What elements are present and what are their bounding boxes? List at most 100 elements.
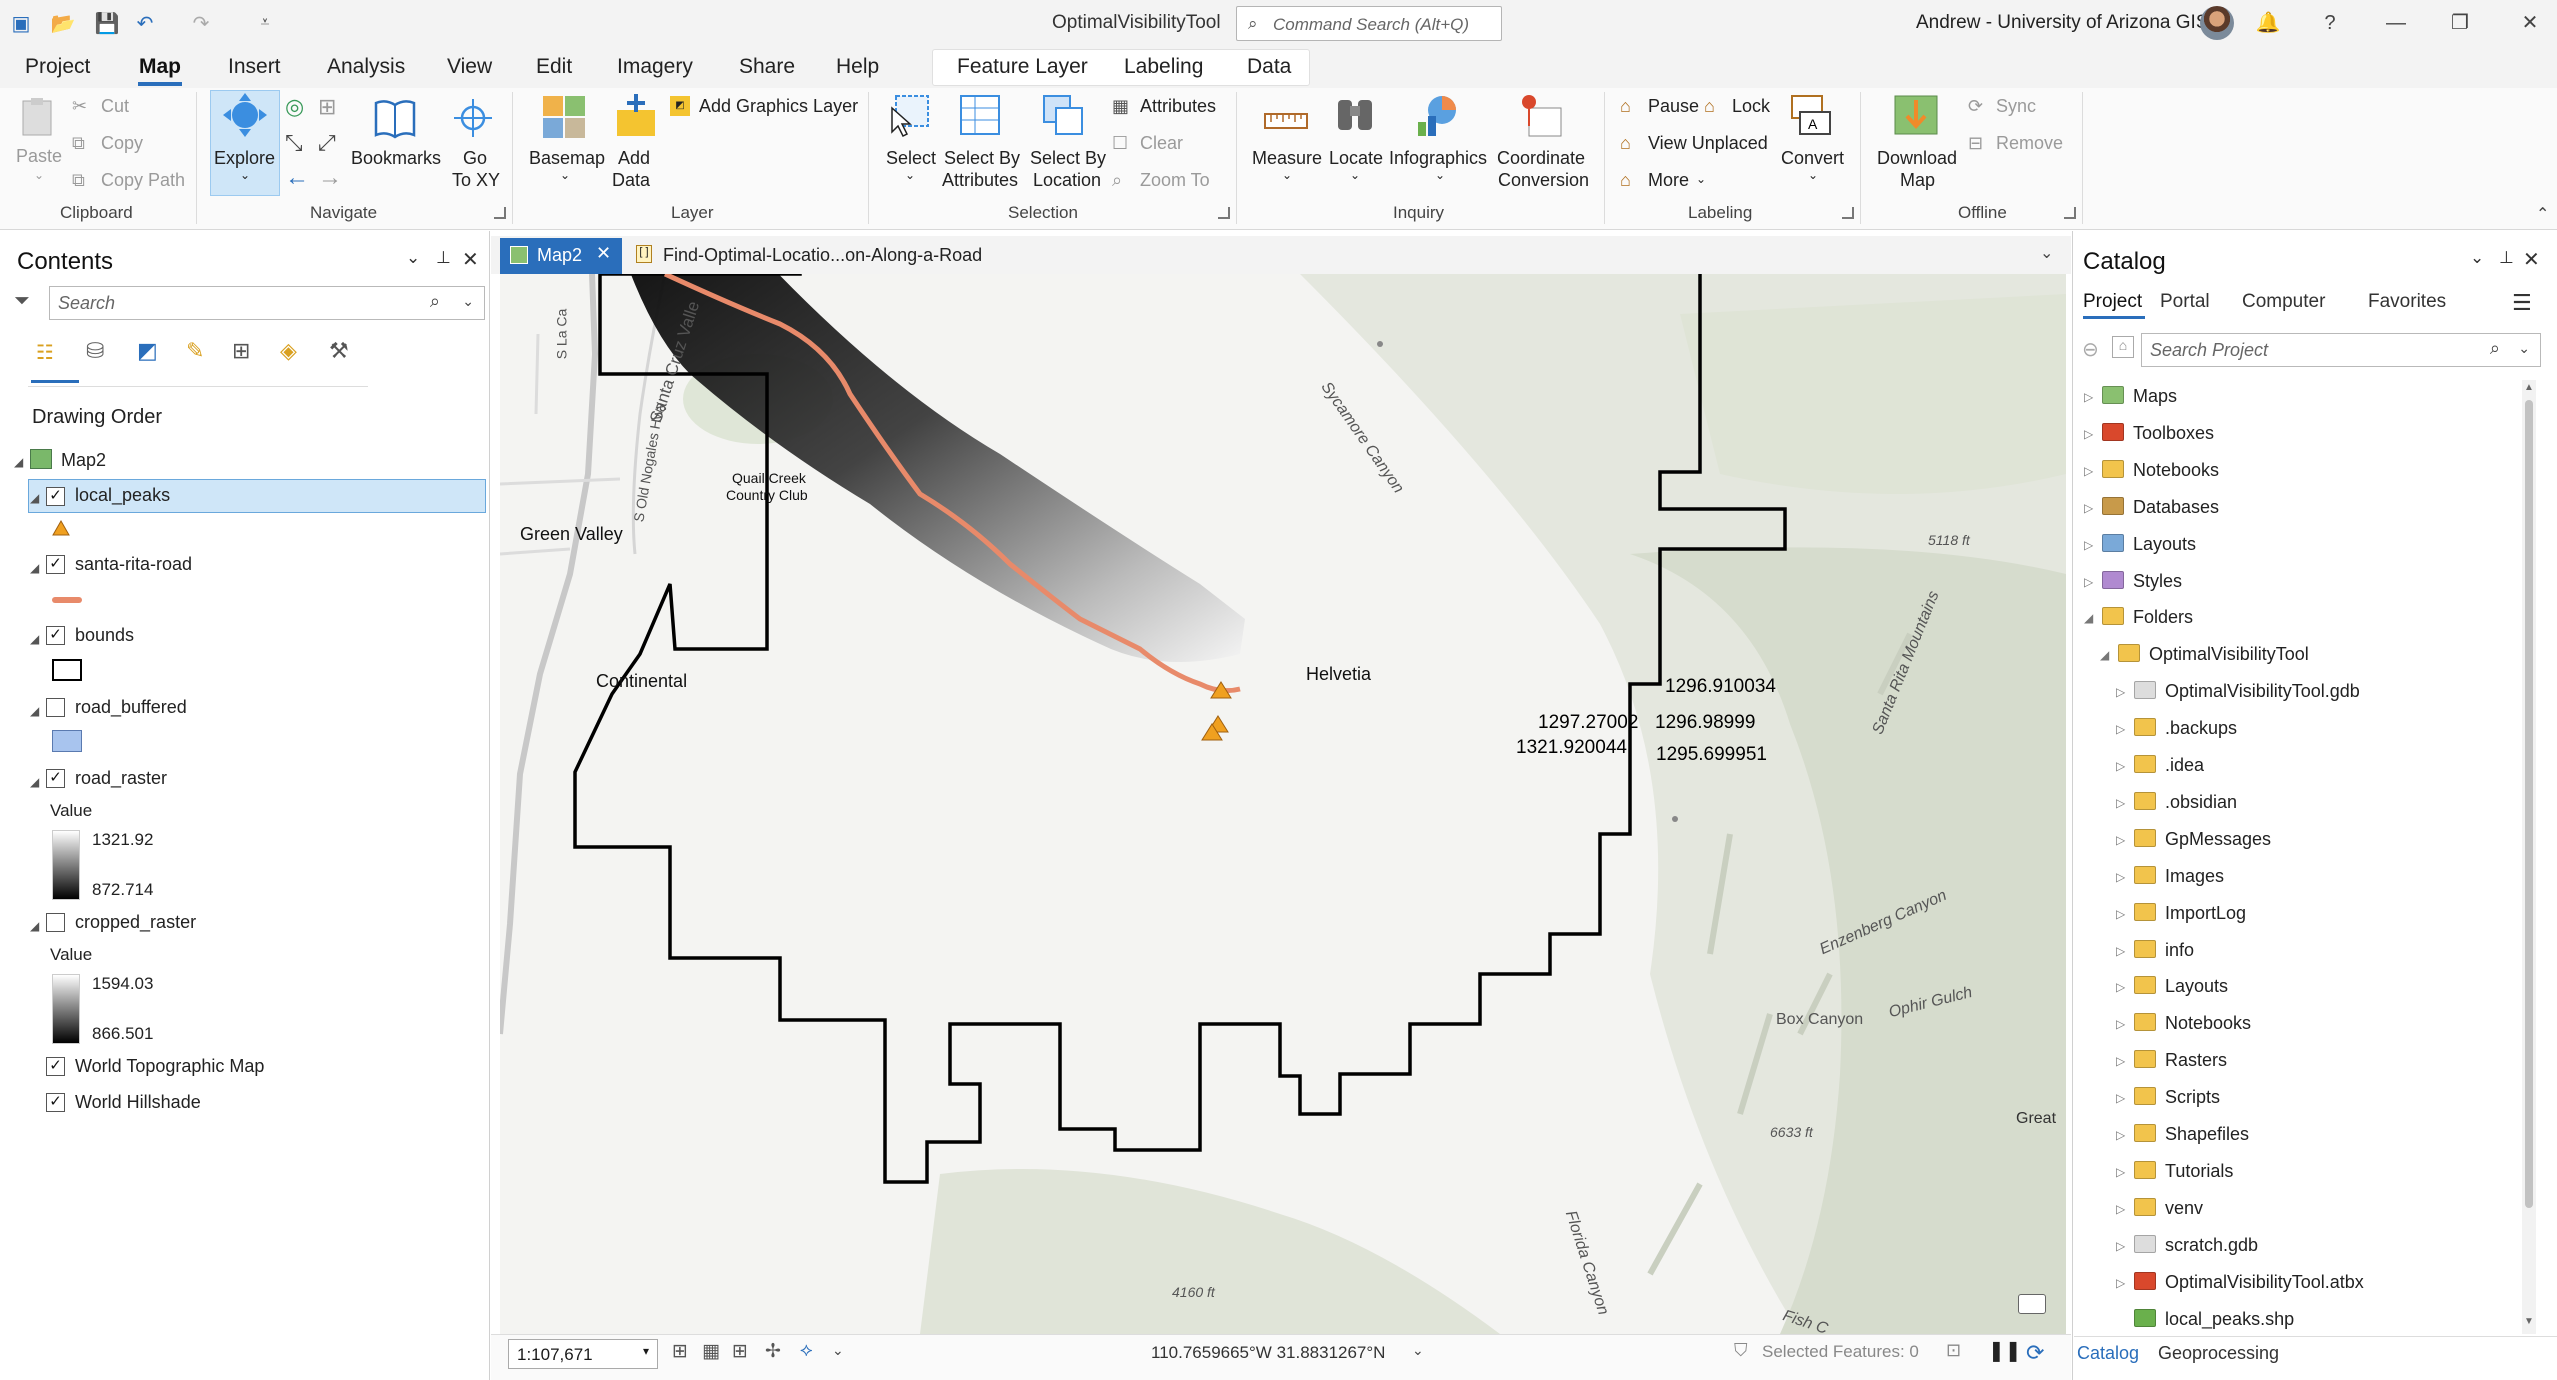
layer-name-world-hillshade[interactable]: World Hillshade (75, 1092, 201, 1113)
tab-analysis[interactable]: Analysis (327, 55, 405, 79)
layer-visibility-checkbox[interactable]: ✓ (46, 769, 65, 788)
expand-icon[interactable]: ▷ (2116, 944, 2125, 958)
layer-visibility-checkbox[interactable]: ✓ (46, 1093, 65, 1112)
expand-layer-icon[interactable]: ◢ (30, 919, 39, 933)
map-canvas[interactable]: Green Valley Continental Helvetia Quail … (500, 274, 2066, 1334)
select-button[interactable]: Select (886, 148, 936, 169)
list-by-drawing-order-icon[interactable]: ☷ (36, 340, 58, 364)
scroll-up-icon[interactable]: ▲ (2524, 382, 2534, 393)
full-extent-icon[interactable]: ◎ (285, 94, 304, 120)
minimize-button[interactable]: — (2376, 8, 2416, 38)
expand-layer-icon[interactable]: ◢ (30, 561, 39, 575)
save-icon[interactable]: 💾 (94, 10, 120, 36)
contents-search-input[interactable]: Search ⌕ ⌄ (49, 286, 485, 320)
measure-button[interactable]: Measure (1252, 148, 1322, 169)
next-extent-icon[interactable]: → (318, 164, 342, 192)
select-by-attributes-line2[interactable]: Attributes (942, 170, 1018, 191)
tab-view[interactable]: View (447, 55, 492, 79)
chevron-down-icon[interactable]: ⌄ (2518, 340, 2530, 357)
list-by-selection-icon[interactable]: ◩ (137, 338, 158, 364)
close-tab-icon[interactable]: ✕ (596, 243, 611, 264)
expand-layer-icon[interactable]: ◢ (30, 632, 39, 646)
attributes-button[interactable]: Attributes (1140, 96, 1216, 117)
tab-share[interactable]: Share (739, 55, 795, 79)
expand-icon[interactable]: ▷ (2116, 759, 2125, 773)
pause-drawing-icon[interactable]: ❚❚ (1988, 1338, 2022, 1363)
select-by-location-line1[interactable]: Select By (1030, 148, 1106, 169)
catalog-tab-portal[interactable]: Portal (2160, 291, 2210, 313)
project-icon[interactable]: ▣ (8, 10, 34, 36)
help-button[interactable]: ? (2310, 8, 2350, 38)
download-map-line2[interactable]: Map (1900, 170, 1935, 191)
add-data-line1[interactable]: Add (618, 148, 650, 169)
expand-icon[interactable]: ▷ (2116, 1202, 2125, 1216)
snapping-icon[interactable]: ⊞ (732, 1340, 748, 1363)
catalog-scrollbar-thumb[interactable] (2525, 400, 2533, 1208)
contents-options-icon[interactable]: ⌄ (406, 248, 420, 268)
add-graphics-layer-button[interactable]: Add Graphics Layer (699, 96, 858, 117)
expand-icon[interactable]: ▷ (2116, 1128, 2125, 1142)
convert-button[interactable]: Convert (1781, 148, 1844, 169)
expand-icon[interactable]: ▷ (2084, 464, 2093, 478)
go-to-xy-line2[interactable]: To XY (452, 170, 500, 191)
catalog-search-input[interactable]: Search Project ⌕ ⌄ (2141, 333, 2541, 367)
locate-button[interactable]: Locate (1329, 148, 1383, 169)
collapse-icon[interactable]: ◢ (2084, 611, 2093, 625)
coordinate-readout[interactable]: 110.7659665°W 31.8831267°N (1151, 1343, 1385, 1363)
select-by-attributes-line1[interactable]: Select By (944, 148, 1020, 169)
catalog-tab-project[interactable]: Project (2083, 291, 2142, 313)
cut-button[interactable]: Cut (101, 96, 129, 117)
paste-button[interactable]: Paste (16, 146, 62, 167)
zoom-to-button[interactable]: Zoom To (1140, 170, 1210, 191)
tab-notebook[interactable]: Find-Optimal-Locatio...on-Along-a-Road (663, 245, 982, 266)
tab-insert[interactable]: Insert (228, 55, 281, 79)
grid-icon[interactable]: ▦ (702, 1340, 720, 1363)
chevron-down-icon[interactable]: ⌄ (462, 293, 474, 310)
select-by-location-line2[interactable]: Location (1033, 170, 1101, 191)
infographics-button[interactable]: Infographics (1389, 148, 1487, 169)
layer-name-bounds[interactable]: bounds (75, 625, 134, 646)
bookmarks-button[interactable]: Bookmarks (351, 148, 441, 169)
view-unplaced-button[interactable]: View Unplaced (1648, 133, 1768, 154)
copy-path-button[interactable]: Copy Path (101, 170, 185, 191)
chevron-down-icon[interactable]: ⌄ (832, 1342, 844, 1359)
catalog-tab-favorites[interactable]: Favorites (2368, 291, 2446, 313)
expand-icon[interactable]: ▷ (2116, 1239, 2125, 1253)
more-labeling-button[interactable]: More (1648, 170, 1689, 191)
list-by-source-icon[interactable]: ⛁ (86, 338, 104, 364)
sync-button[interactable]: Sync (1996, 96, 2036, 117)
correction-icon[interactable]: ⟡ (800, 1340, 813, 1362)
previous-extent-icon[interactable]: ← (285, 164, 309, 192)
fixed-zoom-in-icon[interactable]: ⤡ (285, 130, 303, 156)
expand-icon[interactable]: ▷ (2084, 538, 2093, 552)
catalog-options-icon[interactable]: ⌄ (2470, 248, 2484, 268)
fixed-zoom-icon[interactable]: ⊞ (318, 94, 336, 120)
tab-imagery[interactable]: Imagery (617, 55, 693, 79)
layer-name-road-buffered[interactable]: road_buffered (75, 697, 187, 718)
coordinate-conversion-line2[interactable]: Conversion (1498, 170, 1589, 191)
tab-project[interactable]: Project (25, 55, 90, 79)
map-notes-icon[interactable] (2018, 1294, 2046, 1314)
expand-layer-icon[interactable]: ◢ (30, 775, 39, 789)
pin-icon[interactable]: ⊥ (2499, 248, 2514, 268)
go-to-xy-line1[interactable]: Go (463, 148, 487, 169)
layer-visibility-checkbox[interactable] (46, 913, 65, 932)
customize-toolbar-icon[interactable]: ⩡ (252, 10, 278, 36)
layer-name-world-topographic-map[interactable]: World Topographic Map (75, 1056, 264, 1077)
close-catalog-icon[interactable]: ✕ (2523, 247, 2540, 272)
collapse-ribbon-icon[interactable]: ⌃ (2536, 204, 2549, 224)
expand-icon[interactable]: ▷ (2116, 870, 2125, 884)
layer-name-santa-rita-road[interactable]: santa-rita-road (75, 554, 192, 575)
expand-icon[interactable]: ▷ (2084, 427, 2093, 441)
clear-button[interactable]: Clear (1140, 133, 1183, 154)
layer-visibility-checkbox[interactable] (46, 698, 65, 717)
expand-icon[interactable]: ▷ (2116, 1017, 2125, 1031)
layer-visibility-checkbox[interactable]: ✓ (46, 487, 65, 506)
tab-edit[interactable]: Edit (536, 55, 572, 79)
expand-icon[interactable]: ▷ (2116, 685, 2125, 699)
layer-visibility-checkbox[interactable]: ✓ (46, 1057, 65, 1076)
expand-icon[interactable]: ▷ (2116, 722, 2125, 736)
clear-selection-icon[interactable]: ⊡ (1946, 1340, 1961, 1361)
filter-icon[interactable]: ⏷ (14, 290, 30, 313)
layer-visibility-checkbox[interactable]: ✓ (46, 626, 65, 645)
